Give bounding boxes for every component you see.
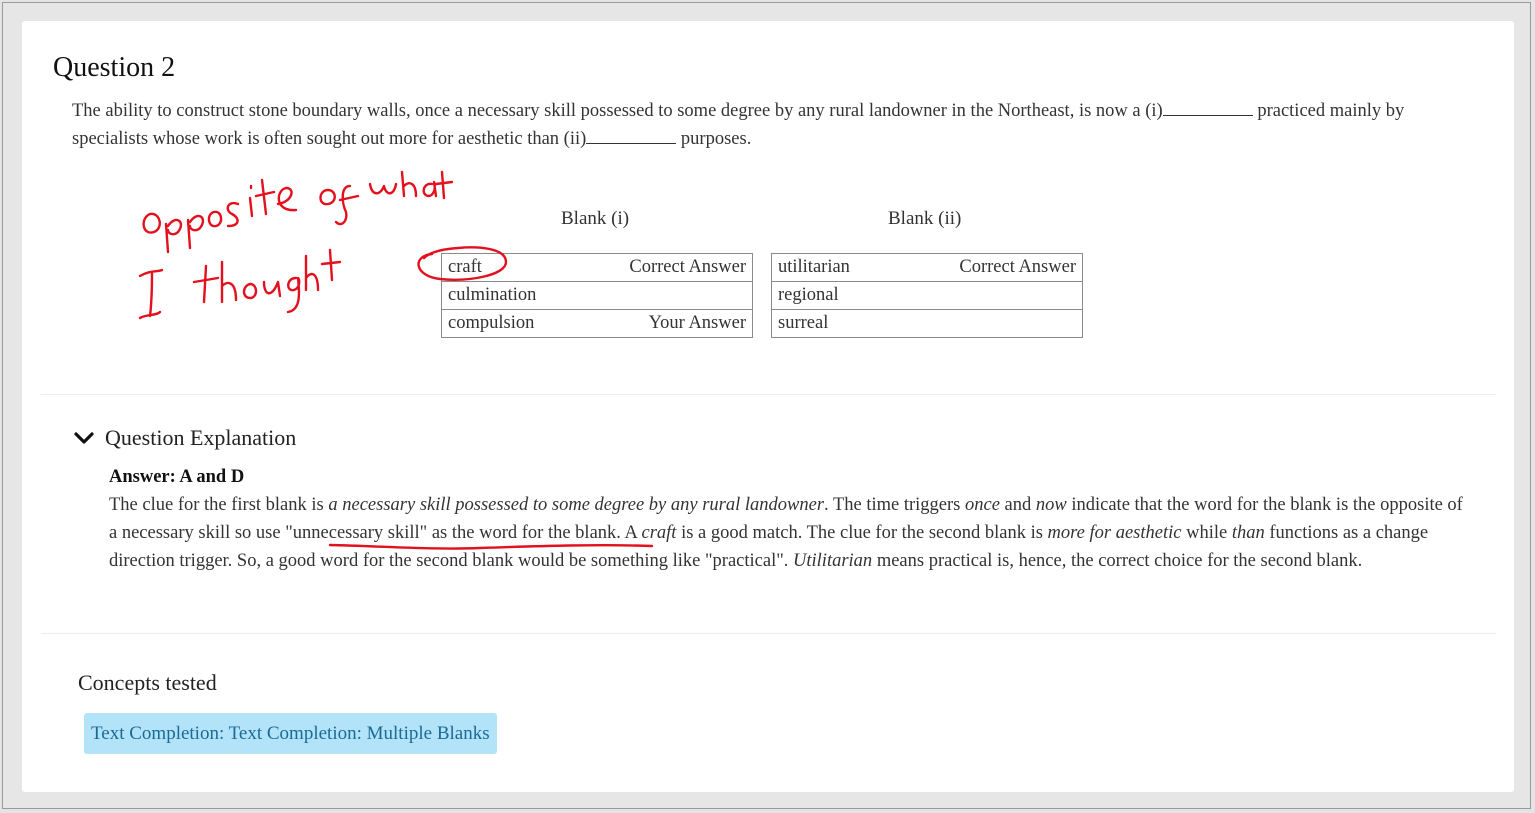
blank-i-line (1162, 101, 1253, 116)
choice-mark (894, 281, 1084, 310)
choice-row[interactable]: utilitarian Correct Answer (771, 253, 1084, 282)
choice-text[interactable]: surreal (771, 309, 895, 338)
explanation-heading: Question Explanation (105, 425, 297, 450)
text-span: means practical is, hence, the correct c… (872, 551, 1363, 571)
answer-line: Answer: A and D (109, 467, 245, 487)
blank-ii-line (586, 129, 677, 144)
emphasis: once (964, 495, 1000, 515)
correct-answer-mark: Correct Answer (577, 253, 753, 282)
correct-answer-mark: Correct Answer (894, 253, 1084, 282)
text-span: . The time triggers (824, 495, 965, 515)
divider (41, 633, 1496, 634)
choice-mark (894, 309, 1084, 338)
choice-row[interactable]: compulsion Your Answer (440, 309, 753, 338)
choice-row[interactable]: surreal (771, 309, 1084, 338)
choice-text[interactable]: utilitarian (771, 253, 895, 282)
text-span: The clue for the first blank is (109, 495, 329, 515)
blank-i-choices: craft Correct Answer culmination compuls… (440, 253, 753, 338)
emphasis: now (1035, 495, 1067, 515)
choice-row[interactable]: culmination (440, 281, 753, 310)
explanation-body: Answer: A and D The clue for the first b… (109, 463, 1464, 575)
your-answer-mark: Your Answer (577, 309, 753, 338)
choice-mark (577, 281, 753, 310)
concept-tag[interactable]: Text Completion: Text Completion: Multip… (84, 713, 497, 754)
question-text: The ability to construct stone boundary … (72, 97, 1452, 153)
blank-ii-heading: Blank (ii) (888, 208, 962, 229)
text-span: while (1181, 523, 1232, 543)
choice-text[interactable]: compulsion (440, 309, 578, 338)
choice-text[interactable]: culmination (440, 281, 578, 310)
choice-row[interactable]: regional (771, 281, 1084, 310)
question-text-part-1: The ability to construct stone boundary … (72, 101, 1163, 121)
explanation-toggle[interactable]: Question Explanation (73, 425, 296, 451)
emphasis: a necessary skill possessed to some degr… (328, 495, 825, 515)
choice-row[interactable]: craft Correct Answer (440, 253, 753, 282)
question-text-part-3: purposes. (676, 129, 752, 149)
choice-text[interactable]: craft (440, 253, 578, 282)
blank-ii-choices: utilitarian Correct Answer regional surr… (771, 253, 1084, 338)
divider (41, 394, 1496, 395)
emphasis: craft (641, 523, 677, 543)
concepts-title: Concepts tested (78, 670, 217, 695)
text-span: is a good match. The clue for the second… (676, 523, 1048, 543)
choice-text[interactable]: regional (771, 281, 895, 310)
text-span: and (999, 495, 1036, 515)
explanation-paragraph: The clue for the first blank is a necess… (109, 491, 1464, 575)
emphasis: Utilitarian (793, 551, 873, 571)
emphasis: more for aesthetic (1047, 523, 1182, 543)
chevron-down-icon (74, 432, 94, 444)
blank-i-heading: Blank (i) (561, 208, 630, 229)
question-title: Question 2 (53, 52, 176, 83)
emphasis: than (1231, 523, 1265, 543)
